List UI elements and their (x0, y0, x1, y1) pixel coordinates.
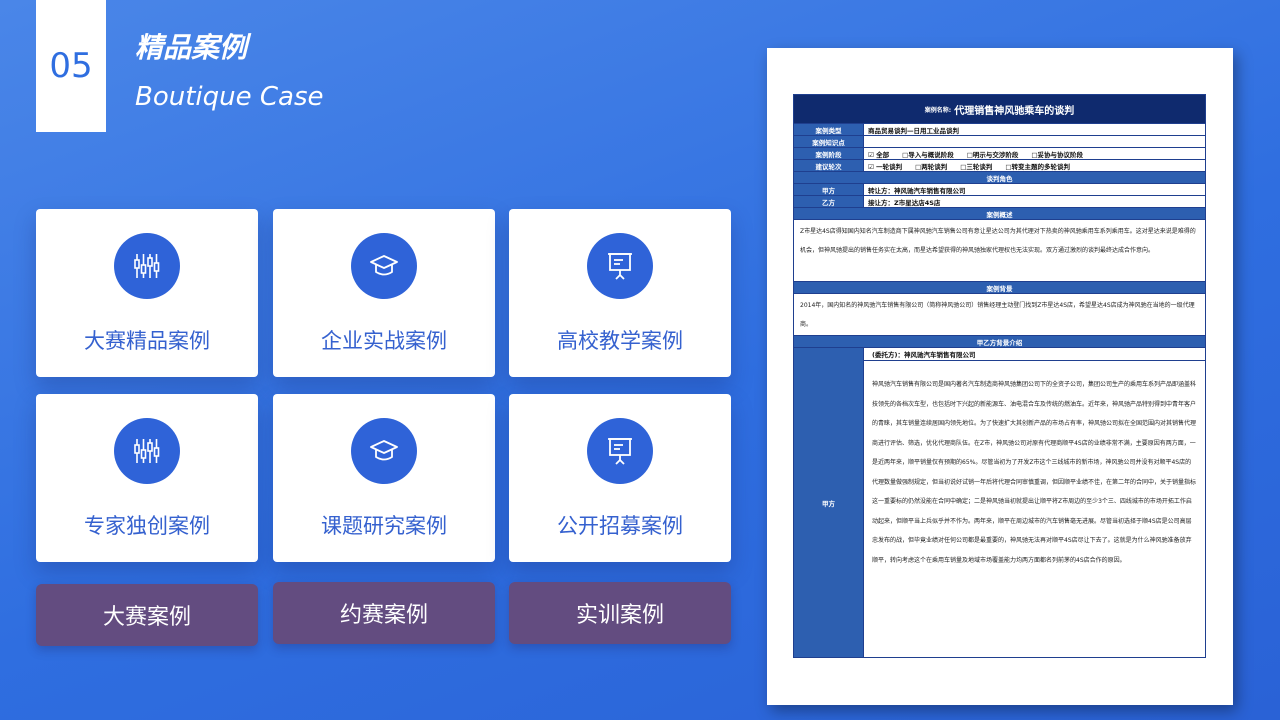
card-competition-case[interactable]: 大赛精品案例 (36, 209, 258, 377)
competition-case-button[interactable]: 大赛案例 (36, 584, 258, 646)
row-value: 商品贸易谈判—日用工业品谈判 (868, 126, 959, 135)
table-row: 建议轮次 ☑ 一轮谈判 □两轮谈判 □三轮谈判 □转变主题的多轮谈判 (794, 159, 1205, 171)
sliders-icon (114, 418, 180, 484)
row-value: 接让方：Z市星达店4S店 (868, 198, 941, 207)
case-title-text: 代理销售神风驰乘车的谈判 (954, 105, 1075, 117)
training-case-button[interactable]: 实训案例 (509, 582, 731, 644)
case-table: 案例名称: 代理销售神风驰乘车的谈判 案例类型 商品贸易谈判—日用工业品谈判 案… (793, 94, 1206, 658)
section-header: 甲乙方背景介绍 (794, 335, 1205, 347)
table-row: 案例知识点 (794, 135, 1205, 147)
card-label: 高校教学案例 (557, 329, 683, 353)
page-subtitle: Boutique Case (135, 82, 324, 112)
case-title: 案例名称: 代理销售神风驰乘车的谈判 (794, 95, 1205, 123)
case-title-prefix: 案例名称: (924, 106, 952, 114)
row-key: 甲方 (794, 184, 864, 195)
card-label: 企业实战案例 (321, 329, 447, 353)
graduation-cap-icon (351, 418, 417, 484)
row-key: 建议轮次 (794, 160, 864, 171)
section-number: 05 (36, 0, 106, 132)
card-expert-case[interactable]: 专家独创案例 (36, 394, 258, 562)
row-key: 案例阶段 (794, 148, 864, 159)
section-header: 案例背景 (794, 281, 1205, 293)
row-value: ☑ 全部 □导入与概说阶段 □明示与交涉阶段 □妥协与协议阶段 (868, 150, 1084, 159)
graduation-cap-icon (351, 233, 417, 299)
row-key: 案例知识点 (794, 136, 864, 147)
card-university-case[interactable]: 高校教学案例 (509, 209, 731, 377)
presentation-board-icon (587, 233, 653, 299)
card-enterprise-case[interactable]: 企业实战案例 (273, 209, 495, 377)
page-title: 精品案例 (135, 31, 248, 64)
card-recruit-case[interactable]: 公开招募案例 (509, 394, 731, 562)
section-header: 谈判角色 (794, 171, 1205, 183)
table-row: 案例阶段 ☑ 全部 □导入与概说阶段 □明示与交涉阶段 □妥协与协议阶段 (794, 147, 1205, 159)
party-a-key: 甲方 (794, 348, 864, 657)
overview-text: Z市星达4S店得知国内知名汽车制造商下属神风驰汽车销售公司有意让星达公司为其代理… (794, 219, 1205, 281)
section-header: 案例概述 (794, 207, 1205, 219)
presentation-board-icon (587, 418, 653, 484)
party-a-block: 甲方 (委托方)：神风驰汽车销售有限公司 神风驰汽车销售有限公司是国内著名汽车制… (794, 347, 1205, 657)
row-key: 乙方 (794, 196, 864, 207)
sliders-icon (114, 233, 180, 299)
row-key: 案例类型 (794, 124, 864, 135)
background-text: 2014年，国内知名的神风驰汽车销售有限公司（简称神风驰公司）销售经理主动登门找… (794, 293, 1205, 335)
card-label: 专家独创案例 (84, 514, 210, 538)
appointment-case-button[interactable]: 约赛案例 (273, 582, 495, 644)
card-research-case[interactable]: 课题研究案例 (273, 394, 495, 562)
card-label: 课题研究案例 (321, 514, 447, 538)
card-label: 公开招募案例 (557, 514, 683, 538)
table-row: 案例类型 商品贸易谈判—日用工业品谈判 (794, 123, 1205, 135)
party-a-heading: (委托方)：神风驰汽车销售有限公司 (864, 348, 1205, 361)
case-document-preview[interactable]: 案例名称: 代理销售神风驰乘车的谈判 案例类型 商品贸易谈判—日用工业品谈判 案… (767, 48, 1233, 705)
table-row: 乙方 接让方：Z市星达店4S店 (794, 195, 1205, 207)
row-value: ☑ 一轮谈判 □两轮谈判 □三轮谈判 □转变主题的多轮谈判 (868, 162, 1071, 171)
row-value: 转让方：神风驰汽车销售有限公司 (868, 186, 966, 195)
table-row: 甲方 转让方：神风驰汽车销售有限公司 (794, 183, 1205, 195)
row-value (864, 136, 1205, 147)
party-a-text: 神风驰汽车销售有限公司是国内著名汽车制造商神风驰集团公司下的全资子公司，集团公司… (872, 381, 1197, 564)
card-label: 大赛精品案例 (84, 329, 210, 353)
